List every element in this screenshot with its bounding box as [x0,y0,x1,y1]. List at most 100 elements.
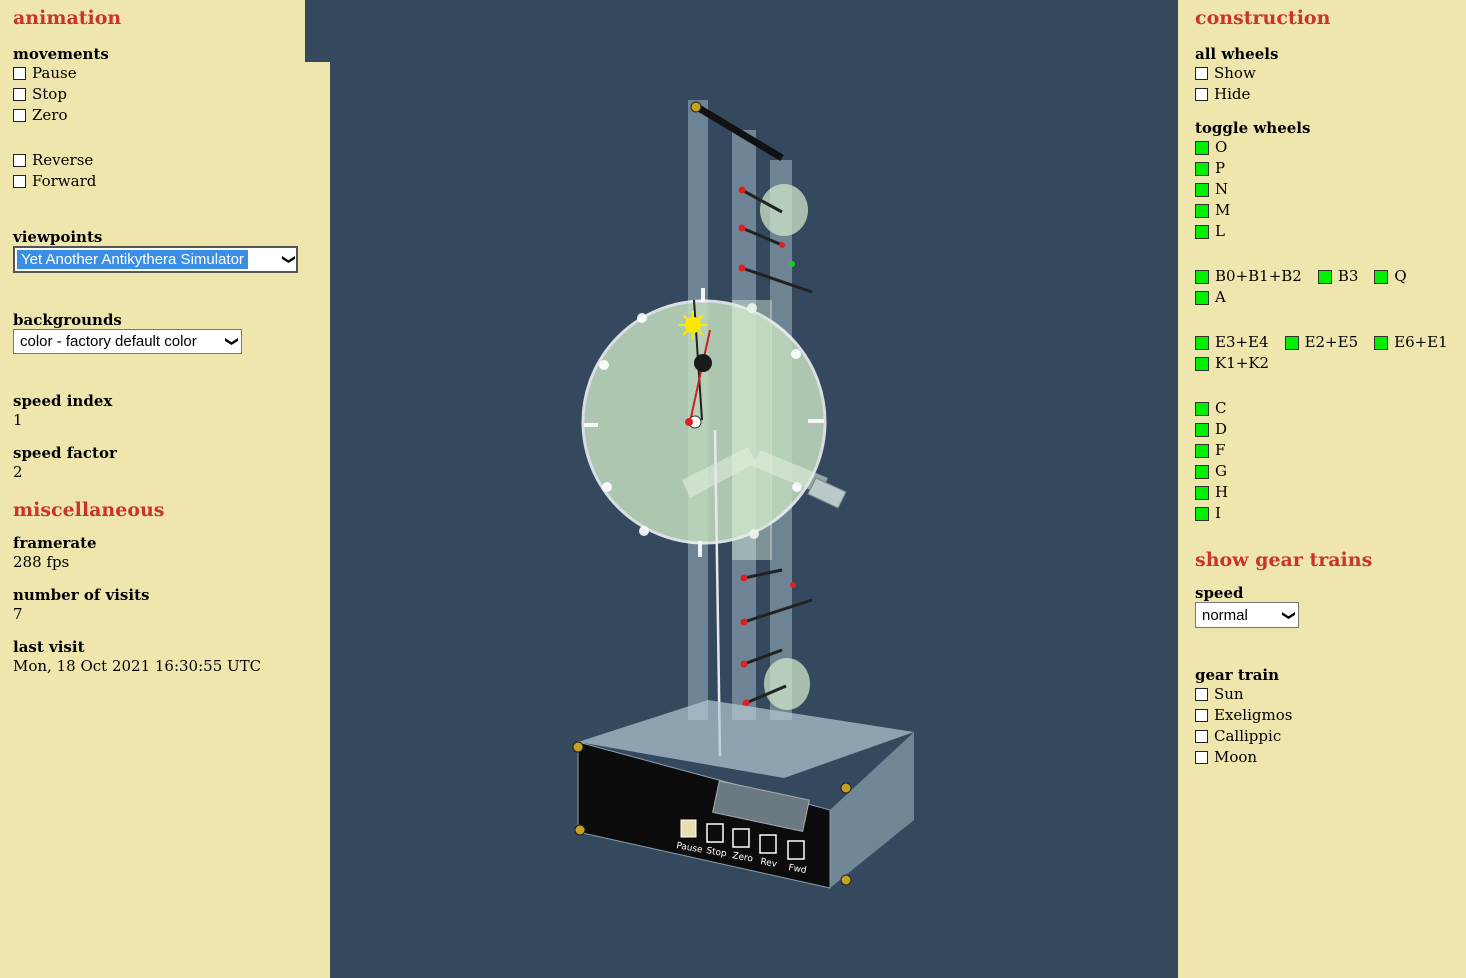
chevron-down-icon: ❯ [281,254,297,265]
speed-factor-label: speed factor [13,444,117,462]
train-sun[interactable]: Sun [1195,684,1449,705]
wheel-toggle-g[interactable]: G [1195,461,1449,482]
reverse-checkbox[interactable] [13,154,26,167]
wheel-toggle-box[interactable] [1195,224,1209,239]
train-checkbox[interactable] [1195,688,1208,701]
show-option[interactable]: Show [1195,63,1449,84]
speed-label: speed [1195,584,1244,602]
stop-option[interactable]: Stop [13,84,317,105]
train-callippic[interactable]: Callippic [1195,726,1449,747]
wheel-toggle-h[interactable]: H [1195,482,1449,503]
gear-train-label: gear train [1195,666,1280,684]
wheel-toggle-box[interactable] [1374,269,1389,284]
arbor-pin-head [740,660,748,668]
wheel-toggle-box[interactable] [1317,269,1332,284]
upper-small-wheel [760,184,808,236]
train-moon[interactable]: Moon [1195,747,1449,768]
main-dial[interactable] [581,299,827,545]
wheel-toggle-box[interactable] [1195,401,1209,416]
wheel-toggle-q[interactable]: Q [1374,266,1407,287]
wheel-toggle-box[interactable] [1195,464,1209,479]
green-indicator [789,261,795,267]
wheel-toggle-d[interactable]: D [1195,419,1449,440]
viewpoint-selected: Yet Another Antikythera Simulator [17,250,248,269]
wheel-toggle-e2e5[interactable]: E2+E5 [1284,332,1358,353]
arbor-pin-head [740,618,748,626]
reverse-option[interactable]: Reverse [13,150,317,171]
wheel-toggle-box[interactable] [1195,182,1209,197]
arbor-pin-head [779,242,785,248]
zero-checkbox[interactable] [13,109,26,122]
viewpoint-select[interactable]: Yet Another Antikythera Simulator ❯ [13,246,298,273]
stop-checkbox[interactable] [13,88,26,101]
wheel-toggle-b3[interactable]: B3 [1317,266,1358,287]
chevron-down-icon: ❯ [1281,609,1297,621]
left-panel-strip [305,0,330,62]
wheel-toggle-e6e1[interactable]: E6+E1 [1374,332,1448,353]
wheel-toggle-a[interactable]: A [1195,287,1449,308]
speed-select[interactable]: normal ❯ [1195,602,1299,628]
background-select[interactable]: color - factory default color ❯ [13,329,242,354]
toggle-wheels-label: toggle wheels [1195,119,1311,137]
wheel-toggle-m[interactable]: M [1195,200,1449,221]
visits-label: number of visits [13,586,150,604]
wheel-toggle-box[interactable] [1195,443,1209,458]
wheel-toggle-box[interactable] [1284,335,1299,350]
wheel-toggle-box[interactable] [1195,356,1209,371]
arbor-pin-head [740,574,748,582]
speed-factor-value: 2 [13,463,23,481]
wheel-toggle-k1k2[interactable]: K1+K2 [1195,353,1449,374]
simulator-viewport[interactable]: Pause Stop Zero Rev Fwd [330,0,1178,978]
wheel-toggle-box[interactable] [1195,203,1209,218]
chevron-down-icon: ❯ [224,336,240,347]
moon-ball [694,354,712,372]
wheel-toggle-f[interactable]: F [1195,440,1449,461]
wheel-toggle-e3e4[interactable]: E3+E4 [1195,332,1269,353]
movements-label: movements [13,45,109,63]
train-checkbox[interactable] [1195,751,1208,764]
last-visit-value: Mon, 18 Oct 2021 16:30:55 UTC [13,657,262,675]
wheel-toggle-box[interactable] [1195,161,1209,176]
wheel-toggle-b0b1b2[interactable]: B0+B1+B2 [1195,266,1302,287]
antikythera-model[interactable]: Pause Stop Zero Rev Fwd [330,0,1178,978]
arbor-pin-head [742,699,750,707]
inner-plate [732,300,772,560]
zero-option[interactable]: Zero [13,105,317,126]
base-screw [572,741,584,753]
wheel-toggle-o[interactable]: O [1195,137,1449,158]
lower-small-wheel [764,658,810,710]
show-checkbox[interactable] [1195,67,1208,80]
wheel-toggle-box[interactable] [1195,290,1209,305]
forward-checkbox[interactable] [13,175,26,188]
wheel-toggle-box[interactable] [1195,335,1209,350]
top-screw [690,101,702,113]
misc-heading: miscellaneous [13,499,165,521]
wheel-toggle-n[interactable]: N [1195,179,1449,200]
forward-option[interactable]: Forward [13,171,317,192]
pause-device-button[interactable] [680,819,697,838]
base-screw [574,824,586,836]
wheel-toggle-box[interactable] [1195,269,1209,284]
speed-index-value: 1 [13,411,23,429]
wheel-toggle-box[interactable] [1195,506,1209,521]
hide-checkbox[interactable] [1195,88,1208,101]
wheel-toggle-i[interactable]: I [1195,503,1449,524]
hide-option[interactable]: Hide [1195,84,1449,105]
wheel-toggle-box[interactable] [1195,140,1209,155]
arbor-pin-head [790,582,796,588]
wheel-toggle-p[interactable]: P [1195,158,1449,179]
last-visit-label: last visit [13,638,85,656]
train-checkbox[interactable] [1195,730,1208,743]
construction-heading: construction [1195,7,1331,29]
wheel-toggle-box[interactable] [1195,485,1209,500]
pause-option[interactable]: Pause [13,63,317,84]
pause-checkbox[interactable] [13,67,26,80]
train-exeligmos[interactable]: Exeligmos [1195,705,1449,726]
wheel-toggle-c[interactable]: C [1195,398,1449,419]
wheel-toggle-box[interactable] [1374,335,1389,350]
wheel-toggle-l[interactable]: L [1195,221,1449,242]
speed-selected: normal [1202,606,1248,624]
wheel-toggle-box[interactable] [1195,422,1209,437]
train-checkbox[interactable] [1195,709,1208,722]
arbor-pin-head [738,224,746,232]
